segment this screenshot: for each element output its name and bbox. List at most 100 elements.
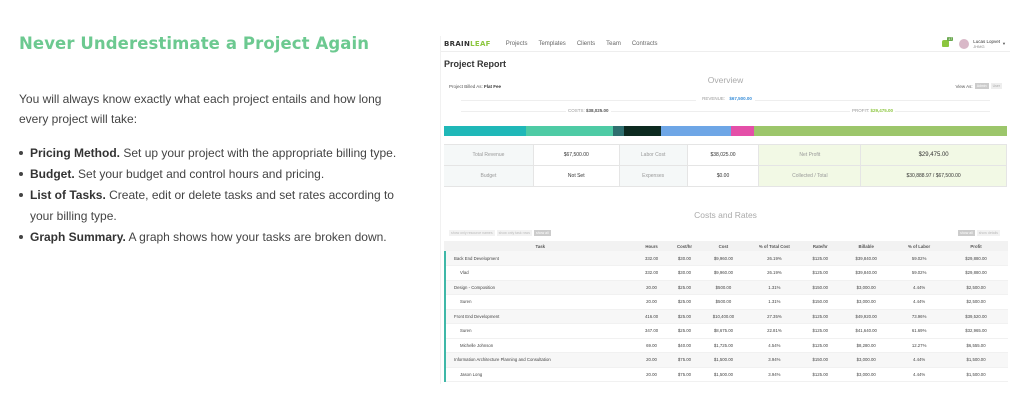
col-cost-hr[interactable]: Cost/hr xyxy=(668,241,701,251)
bar-segment[interactable] xyxy=(525,126,613,136)
col-pct-labor[interactable]: % of Labor xyxy=(894,241,945,251)
cell-rate-hr: $125.00 xyxy=(802,309,839,324)
chevron-down-icon[interactable]: ▼ xyxy=(1002,41,1006,46)
feature-list: Pricing Method. Set up your project with… xyxy=(19,143,399,248)
filter-resource-names-button[interactable]: show only resource names xyxy=(449,230,495,236)
bar-segment[interactable] xyxy=(753,126,1007,136)
filter-group-right: show all show details xyxy=(958,230,1002,236)
cell-billable: $39,840.00 xyxy=(838,251,895,266)
cell-task: Michelle Johnson xyxy=(444,338,635,353)
cell-cost: $1,500.00 xyxy=(700,352,747,368)
billed-value: Flat Fee xyxy=(484,84,502,89)
col-task[interactable]: Task xyxy=(444,241,635,251)
cell-cost: $1,725.00 xyxy=(700,338,747,353)
cell-task: Front End Development xyxy=(444,309,635,324)
bar-segment[interactable] xyxy=(660,126,732,136)
user-area: 17 Lucas Lopvet JHMG ▼ xyxy=(942,37,1010,49)
logo-text-b: LEAF xyxy=(470,39,491,48)
cell-task: Suren xyxy=(444,294,635,310)
bar-segment[interactable] xyxy=(731,126,754,136)
cell-pct-labor: 4.44% xyxy=(894,352,945,368)
stats-row: Total Revenue $67,500.00 Labor Cost $38,… xyxy=(444,145,1007,166)
view-as-user-button[interactable]: User xyxy=(990,83,1002,89)
cell-profit: $29,880.00 xyxy=(944,251,1008,266)
cell-rate-hr: $125.00 xyxy=(802,251,839,266)
cell-task: Vlad xyxy=(444,265,635,281)
cell-rate-hr: $150.00 xyxy=(802,294,839,310)
cell-billable: $3,000.00 xyxy=(838,352,895,368)
cell-pct-total-cost: 1.31% xyxy=(746,294,803,310)
nav-templates[interactable]: Templates xyxy=(538,41,565,47)
cell-pct-total-cost: 3.94% xyxy=(746,352,803,368)
costs-label: COSTS: xyxy=(568,108,585,113)
labor-cost-label: Labor Cost xyxy=(619,145,688,165)
feature-item-budget: Budget. Set your budget and control hour… xyxy=(19,164,399,185)
cell-hours: 416.00 xyxy=(634,309,669,324)
cell-pct-labor: 4.44% xyxy=(894,367,945,382)
cell-task: Information Architecture Planning and Co… xyxy=(444,352,635,368)
user-company: JHMG xyxy=(973,43,985,49)
nav-contracts[interactable]: Contracts xyxy=(632,41,658,47)
table-row[interactable]: Jason Long 20.00 $75.00 $1,500.00 3.94% $125.… xyxy=(444,367,1008,382)
collected-value: $30,888.97 / $67,500.00 xyxy=(861,166,1007,186)
feature-text: Set up your project with the appropriate… xyxy=(123,146,397,160)
cell-profit: $1,500.00 xyxy=(944,367,1008,382)
cell-rate-hr: $125.00 xyxy=(802,367,839,382)
notification-icon[interactable]: 17 xyxy=(942,37,954,47)
bar-segment[interactable] xyxy=(612,126,625,136)
cost-profit-line: COSTS: $38,025.00 PROFIT: $29,475.00 xyxy=(441,104,1010,118)
revenue-text: REVENUE: $67,500.00 xyxy=(696,96,755,101)
collected-label: Collected / Total xyxy=(759,166,862,186)
table-row[interactable]: Vlad 332.00 $30.00 $9,960.00 26.19% $125.00 $3… xyxy=(444,265,1008,281)
cell-cost: $500.00 xyxy=(700,294,747,310)
cell-rate-hr: $150.00 xyxy=(802,352,839,368)
cell-hours: 20.00 xyxy=(634,294,669,310)
feature-title: Graph Summary. xyxy=(30,230,126,244)
nav-projects[interactable]: Projects xyxy=(506,41,528,47)
table-row[interactable]: Front End Development 416.00 $25.00 $10,400… xyxy=(444,309,1008,324)
stats-table: Total Revenue $67,500.00 Labor Cost $38,… xyxy=(444,144,1007,187)
cell-pct-total-cost: 26.19% xyxy=(746,251,803,266)
cell-cost-hr: $30.00 xyxy=(668,265,701,281)
col-hours[interactable]: Hours xyxy=(634,241,669,251)
avatar[interactable] xyxy=(959,38,970,49)
table-row[interactable]: Back End Development 332.00 $30.00 $9,960.0… xyxy=(444,251,1008,266)
profit-value: $29,475.00 xyxy=(870,108,893,113)
nav-team[interactable]: Team xyxy=(606,41,621,47)
filter-task-rows-button[interactable]: show only task rows xyxy=(496,230,532,236)
labor-cost-value: $38,025.00 xyxy=(688,145,760,165)
col-cost[interactable]: Cost xyxy=(700,241,747,251)
detail-show-details-button[interactable]: show details xyxy=(976,230,1000,236)
cell-profit: $32,965.00 xyxy=(944,323,1008,339)
filter-show-all-button[interactable]: show all xyxy=(533,230,551,236)
cell-cost: $1,500.00 xyxy=(700,367,747,382)
brand-logo[interactable]: BRAINLEAF xyxy=(444,40,491,48)
profit-label: PROFIT: xyxy=(851,108,870,113)
col-profit[interactable]: Profit xyxy=(944,241,1008,251)
col-rate-hr[interactable]: Rate/hr xyxy=(802,241,839,251)
col-pct-total-cost[interactable]: % of Total Cost xyxy=(746,241,803,251)
col-billable[interactable]: Billable xyxy=(838,241,895,251)
costs-rates-table: Task Hours Cost/hr Cost % of Total Cost … xyxy=(444,241,1008,382)
profit-text: PROFIT: $29,475.00 xyxy=(849,108,895,113)
bar-segment[interactable] xyxy=(624,126,661,136)
nav-clients[interactable]: Clients xyxy=(577,41,595,47)
table-row[interactable]: Suren 20.00 $25.00 $500.00 1.31% $150.00 $3,00… xyxy=(444,294,1008,310)
cell-billable: $39,840.00 xyxy=(838,265,895,281)
table-row[interactable]: Michelle Johnson 69.00 $40.00 $1,725.00 4.54… xyxy=(444,338,1008,353)
table-row[interactable]: Suren 347.00 $25.00 $8,675.00 22.81% $125.00 $… xyxy=(444,323,1008,339)
table-row[interactable]: Design - Composition 20.00 $25.00 $500.00 1.… xyxy=(444,280,1008,295)
cell-hours: 332.00 xyxy=(634,265,669,281)
stats-row: Budget Not Set Expenses $0.00 Collected … xyxy=(444,166,1007,187)
detail-show-all-button[interactable]: show all xyxy=(958,230,975,236)
cell-pct-labor: 73.96% xyxy=(894,309,945,324)
logo-text-a: BRAIN xyxy=(444,39,471,48)
cell-rate-hr: $125.00 xyxy=(802,323,839,339)
total-revenue-label: Total Revenue xyxy=(444,145,534,165)
user-menu[interactable]: Lucas Lopvet JHMG xyxy=(973,39,1000,49)
view-as-admin-button[interactable]: Admin xyxy=(974,83,989,89)
app-screenshot: BRAINLEAF Projects Templates Clients Tea… xyxy=(440,36,1010,384)
cell-profit: $1,500.00 xyxy=(944,352,1008,368)
bar-segment[interactable] xyxy=(444,126,526,136)
table-row[interactable]: Information Architecture Planning and Co… xyxy=(444,352,1008,368)
